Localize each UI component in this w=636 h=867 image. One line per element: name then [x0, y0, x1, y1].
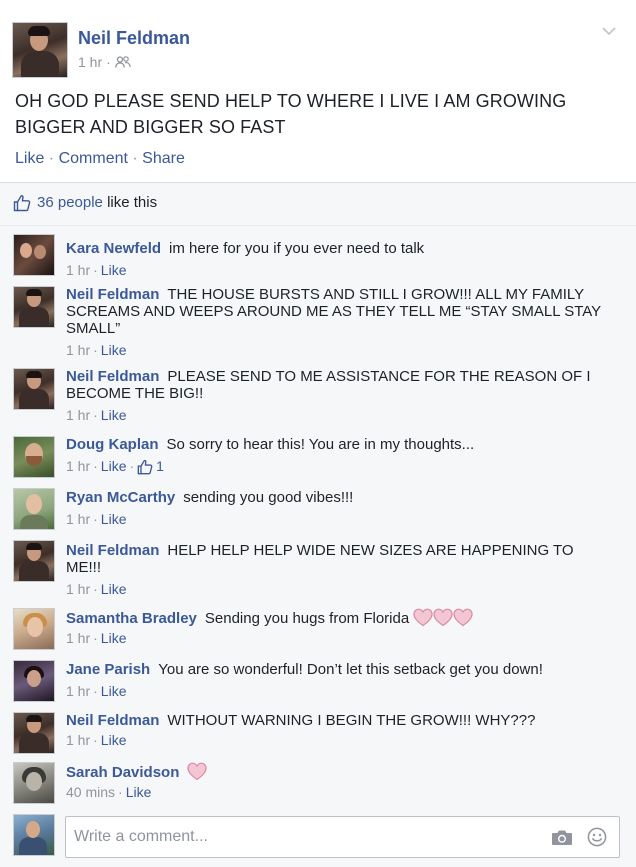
share-button[interactable]: Share	[142, 150, 185, 167]
comment-time[interactable]: 1 hr	[66, 732, 90, 749]
action-separator: ·	[44, 150, 59, 167]
camera-icon[interactable]	[551, 828, 573, 846]
likes-suffix: like this	[102, 194, 158, 211]
comment-meta: 1 hr · Like	[66, 683, 127, 700]
chevron-down-icon[interactable]	[602, 26, 616, 36]
comment-time[interactable]: 1 hr	[66, 407, 90, 424]
comment-author[interactable]: Ryan McCarthy	[66, 489, 175, 506]
comment-time[interactable]: 1 hr	[66, 262, 90, 279]
comment-text: You are so wonderful! Don’t let this set…	[158, 661, 543, 678]
author-name[interactable]: Neil Feldman	[78, 28, 190, 49]
comment-time[interactable]: 1 hr	[66, 683, 90, 700]
comment-text: WITHOUT WARNING I BEGIN THE GROW!!! WHY?…	[167, 712, 536, 729]
comment-input[interactable]	[66, 817, 534, 857]
comment-time[interactable]: 1 hr	[66, 458, 90, 475]
comment-author[interactable]: Kara Newfeld	[66, 240, 161, 257]
comment-like-button[interactable]: Like	[101, 407, 127, 424]
heart-icon	[413, 608, 433, 627]
avatar[interactable]	[13, 436, 55, 478]
comment-meta: 1 hr · Like	[66, 581, 127, 598]
avatar[interactable]	[13, 712, 55, 754]
meta-separator: ·	[106, 54, 111, 70]
comment-time[interactable]: 1 hr	[66, 630, 90, 647]
comment-like-button[interactable]: Like	[101, 458, 127, 475]
comment-button[interactable]: Comment	[59, 150, 128, 167]
avatar[interactable]	[13, 540, 55, 582]
comment-like-button[interactable]: Like	[101, 732, 127, 749]
comment-meta: 1 hr · Like	[66, 630, 127, 647]
comment-text: Sending you hugs from Florida	[204, 610, 410, 627]
comment-meta: 1 hr · Like	[66, 342, 127, 359]
comment-author[interactable]: Neil Feldman	[66, 542, 159, 559]
like-button[interactable]: Like	[15, 150, 44, 167]
heart-icon	[187, 762, 207, 781]
comment-author[interactable]: Sarah Davidson	[66, 764, 179, 781]
post-actions: Like · Comment · Share	[15, 150, 185, 168]
likes-text: 36 people like this	[37, 194, 157, 211]
comment-meta: 1 hr · Like	[66, 262, 127, 279]
comment-text: sending you good vibes!!!	[183, 489, 354, 506]
comment-meta: 1 hr · Like	[66, 732, 127, 749]
avatar[interactable]	[13, 368, 55, 410]
comment-like-count[interactable]: 1	[156, 458, 164, 475]
comment-like-button[interactable]: Like	[101, 581, 127, 598]
comment-meta: 1 hr · Like	[66, 407, 127, 424]
avatar[interactable]	[13, 762, 55, 804]
thumbs-up-icon[interactable]	[137, 459, 153, 475]
heart-icon	[453, 608, 473, 627]
smile-icon[interactable]	[587, 827, 607, 847]
post-header: Neil Feldman 1 hr ·	[12, 22, 624, 82]
comment-box[interactable]	[65, 816, 620, 858]
thumbs-up-icon	[13, 195, 31, 212]
comment-author[interactable]: Doug Kaplan	[66, 436, 159, 453]
comment-author[interactable]: Neil Feldman	[66, 712, 159, 729]
comment-like-button[interactable]: Like	[101, 511, 127, 528]
comment-meta: 40 mins · Like	[66, 784, 152, 801]
heart-icon	[433, 608, 453, 627]
post-text: OH GOD PLEASE SEND HELP TO WHERE I LIVE …	[15, 91, 567, 137]
comment-author[interactable]: Neil Feldman	[66, 368, 159, 385]
avatar[interactable]	[13, 488, 55, 530]
comment-like-button[interactable]: Like	[126, 784, 152, 801]
heart-emoji-group	[413, 608, 473, 627]
comment-like-button[interactable]: Like	[101, 262, 127, 279]
comment-like-button[interactable]: Like	[101, 683, 127, 700]
avatar[interactable]	[13, 608, 55, 650]
action-separator: ·	[127, 150, 143, 167]
avatar[interactable]	[13, 234, 55, 276]
comment-author[interactable]: Neil Feldman	[66, 286, 159, 303]
avatar[interactable]	[13, 660, 55, 702]
comment-author[interactable]: Jane Parish	[66, 661, 150, 678]
comment-author[interactable]: Samantha Bradley	[66, 610, 197, 627]
comment-text: im here for you if you ever need to talk	[169, 240, 425, 257]
avatar[interactable]	[13, 286, 55, 328]
comment-time[interactable]: 1 hr	[66, 581, 90, 598]
likes-summary: 36 people like this	[0, 183, 636, 226]
comment-time[interactable]: 1 hr	[66, 342, 90, 359]
avatar	[13, 814, 55, 856]
comment-meta: 1 hr · Like	[66, 511, 127, 528]
comment-meta: 1 hr · Like · 1	[66, 458, 164, 475]
comment-text: So sorry to hear this! You are in my tho…	[166, 436, 475, 453]
author-avatar[interactable]	[12, 22, 68, 78]
comment-composer	[0, 812, 636, 867]
comment-time[interactable]: 40 mins	[66, 784, 115, 801]
comment-like-button[interactable]: Like	[101, 630, 127, 647]
comment-like-button[interactable]: Like	[101, 342, 127, 359]
likes-count-link[interactable]: 36 people	[37, 194, 103, 211]
comment-list: Kara Newfeld im here for you if you ever …	[0, 226, 636, 867]
comment-time[interactable]: 1 hr	[66, 511, 90, 528]
post-time[interactable]: 1 hr	[78, 54, 102, 70]
post-meta: 1 hr ·	[78, 54, 131, 70]
friends-icon[interactable]	[114, 56, 131, 68]
